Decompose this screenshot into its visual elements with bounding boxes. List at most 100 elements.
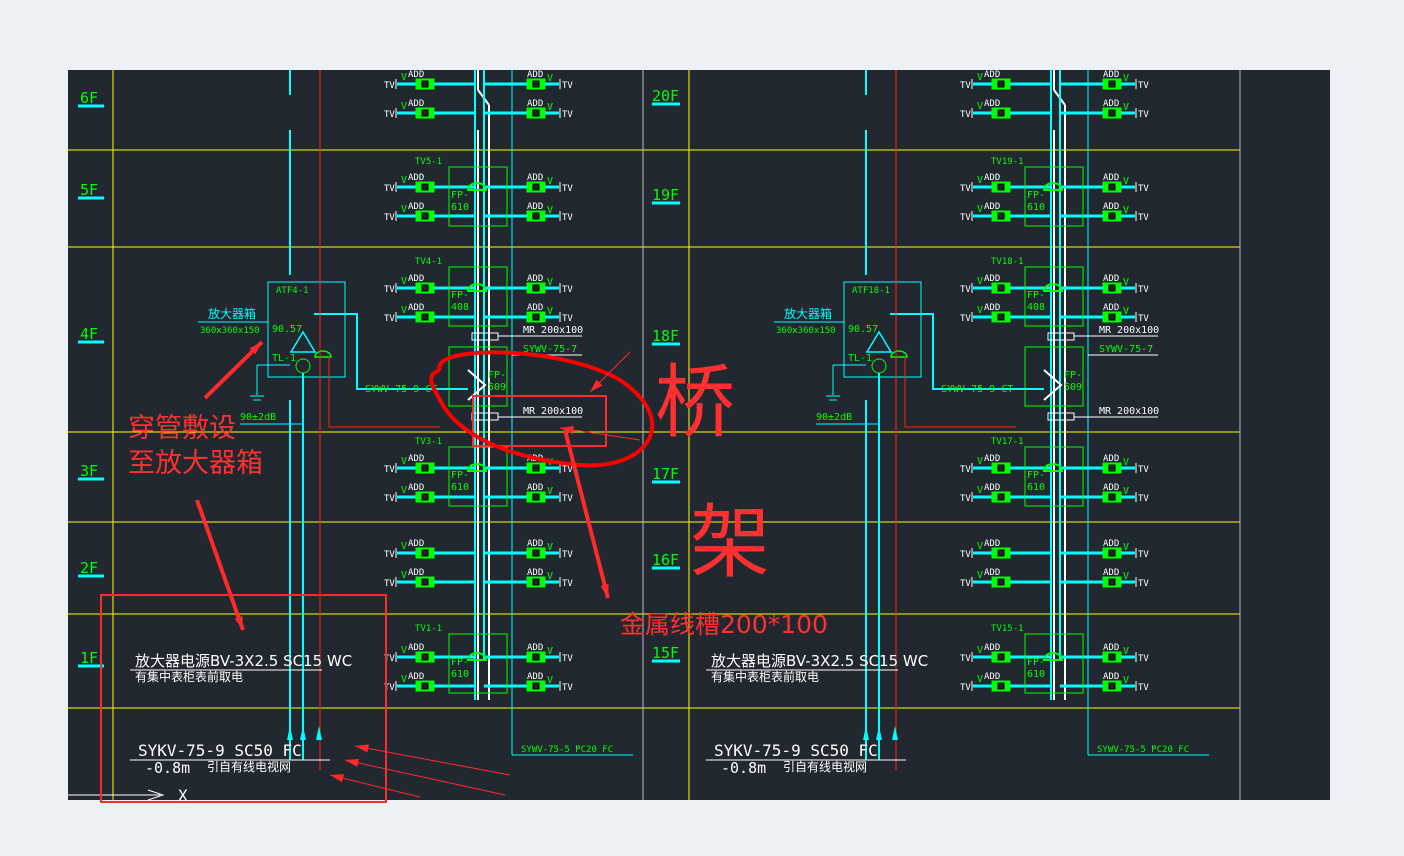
v-label: V [977,485,983,496]
v-label: V [401,175,407,186]
tv-outlet-icon: TV [1138,314,1149,324]
tv-outlet-icon: TV [562,683,573,693]
add-core [532,549,540,557]
annotation-conduit: 至放大器箱 [128,448,263,479]
feed-label: SYWV-75-9 CT [941,384,1013,395]
splitter-label-frame: FP-408 [1027,290,1046,313]
v-label: V [547,73,553,84]
tv-outlet-icon: TV [1138,654,1149,664]
floor-label-17F: 17F [652,465,679,483]
add-core [421,493,429,501]
amplifier-level: 90.57 [272,324,302,335]
add-core [997,80,1005,88]
add-core [532,313,540,321]
amplifier-id: ATF4-1 [276,286,309,296]
tv-outlet-icon: TV [1138,184,1149,194]
v-label: V [547,205,553,216]
v-label: V [977,541,983,552]
splitter-label-frame: FP-610 [1027,657,1045,680]
add-core [997,313,1005,321]
add-core [532,682,540,690]
incoming-cable-label: SYKV-75-9 SC50 FC [714,741,878,760]
splitter-label: FP-408 [1027,290,1046,313]
v-label: V [977,645,983,656]
amplifier-box-label: 放大器箱 [784,306,832,321]
tv-outlet-icon: TV [384,494,395,504]
v-label: V [977,456,983,467]
v-label: V [547,277,553,288]
add-core [421,653,429,661]
tv-outlet-icon: TV [384,110,395,120]
floor-label-16F: 16F [652,551,679,569]
tv-group-label: TV3-1 [415,437,442,447]
v-label: V [977,204,983,215]
v-label: V [977,101,983,112]
v-label: V [547,646,553,657]
v-label: V [401,456,407,467]
add-core [532,109,540,117]
floor-label-5F: 5F [80,181,98,199]
v-label: V [1123,542,1129,553]
floor-label-6F: 6F [80,89,98,107]
add-core [421,464,429,472]
tv-outlet-icon: TV [960,285,971,295]
add-core [532,212,540,220]
tv-outlet-icon: TV [960,213,971,223]
splitter-label: FP-610 [1027,470,1046,493]
v-label: V [977,305,983,316]
splitter-label-frame: FP-509 [488,370,506,393]
tv-outlet-icon: TV [1138,465,1149,475]
add-core [1108,313,1116,321]
v-label: V [1123,457,1129,468]
power-source-note: 有集中表柜表前取电 [135,669,243,684]
splitter-label-frame: FP-408 [451,290,469,313]
add-core [997,464,1005,472]
splitter-label: FP-610 [451,190,470,213]
amplifier-level: 90.57 [848,324,878,335]
splitter-label-frame: FP-610 [1027,470,1046,493]
tl-label: TL-1 [848,353,872,364]
v-label: V [547,102,553,113]
add-core [997,183,1005,191]
tv-outlet-icon: TV [384,579,395,589]
tv-outlet-icon: TV [1138,494,1149,504]
incoming-cable-label: SYKV-75-9 SC50 FC [138,741,302,760]
v-label: V [401,485,407,496]
tv-outlet-icon: TV [960,654,971,664]
add-core [532,183,540,191]
v-label: V [401,72,407,83]
tv-group-label: TV18-1 [991,257,1024,267]
add-core [1108,80,1116,88]
riser-cable-label: SYWV-75-5 PC20 FC [1097,745,1189,755]
v-label: V [1123,486,1129,497]
annotation-tray: 架 [690,496,770,589]
amplifier-box-size: 360x360x150 [200,326,260,336]
add-core [421,549,429,557]
v-label: V [1123,205,1129,216]
tv-outlet-icon: TV [384,285,395,295]
tv-outlet-icon: TV [960,81,971,91]
v-label: V [1123,571,1129,582]
add-core [421,284,429,292]
tv-group-label: TV15-1 [991,624,1024,634]
add-core [1108,183,1116,191]
tv-outlet-icon: TV [1138,81,1149,91]
v-label: V [1123,306,1129,317]
add-core [997,212,1005,220]
add-core [421,578,429,586]
tv-group-label: TV19-1 [991,157,1024,167]
add-core [532,80,540,88]
add-core [532,493,540,501]
v-label: V [401,570,407,581]
power-source-note: 有集中表柜表前取电 [711,669,819,684]
v-label: V [1123,675,1129,686]
cad-drawing-canvas[interactable]: 6F5F4F3F2F1F20F19F18F17F16F15FTVV ADD ADD V… [0,0,1404,856]
add-core [997,578,1005,586]
floor-label-4F: 4F [80,325,98,343]
tv-group-label: TV17-1 [991,437,1024,447]
splitter-label-frame: FP-610 [1027,190,1045,213]
tv-outlet-icon: TV [960,579,971,589]
tv-outlet-icon: TV [1138,579,1149,589]
v-label: V [401,305,407,316]
cable-label: SYWV-75-7 [1099,344,1153,355]
